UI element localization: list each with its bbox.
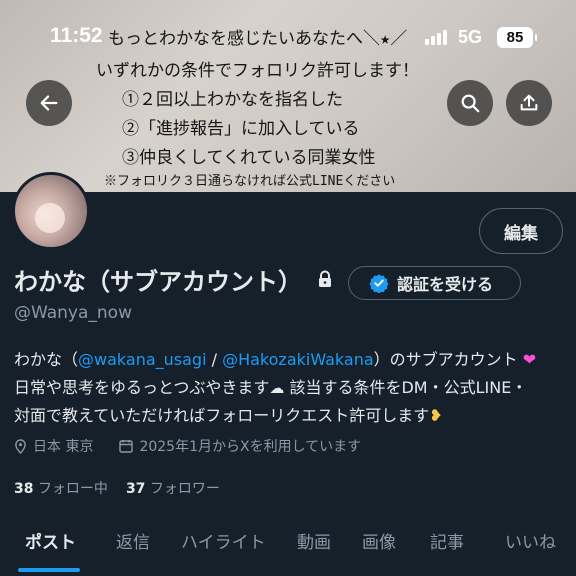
- battery-icon: 85: [497, 27, 537, 48]
- banner-line-1: もっとわかなを感じたいあなたへ＼★／: [108, 29, 408, 49]
- verify-label: 認証を受ける: [397, 275, 494, 294]
- bio-text: 該当する条件をDM・公式LINE・: [284, 378, 528, 397]
- share-button[interactable]: [506, 80, 552, 126]
- avatar-photo: [35, 203, 65, 233]
- banner-line-2: いずれかの条件でフォロリク許可します！: [96, 61, 419, 81]
- profile-bio: わかな（@wakana_usagi / @HakozakiWakana）のサブア…: [14, 346, 570, 430]
- bio-line-2: 日常や思考をゆるっとつぶやきます☁ 該当する条件をDM・公式LINE・: [14, 374, 570, 402]
- heart-hands-icon: ❥: [429, 406, 443, 425]
- network-label: 5G: [458, 27, 483, 47]
- share-icon: [520, 94, 538, 111]
- banner-line-4: ②「進捗報告」に加入している: [122, 119, 360, 139]
- bio-text: わかな（: [14, 350, 79, 369]
- verified-badge-icon: [369, 274, 389, 293]
- bio-text: 対面で教えていただければフォローリクエスト許可します: [14, 406, 430, 425]
- profile-tabs: ポスト 返信 ハイライト 動画 画像 記事 いいね: [0, 520, 576, 576]
- following-label: フォロー中: [37, 481, 108, 497]
- profile-meta: 日本 東京 2025年1月からXを利用しています: [14, 436, 361, 456]
- followers-label: フォロワー: [149, 481, 220, 497]
- profile-name: わかな（サブアカウント）: [14, 268, 302, 296]
- signal-icon: [425, 30, 447, 45]
- status-time: 11:52: [50, 24, 103, 47]
- following-count: 38: [14, 481, 34, 497]
- bio-line-1: わかな（@wakana_usagi / @HakozakiWakana）のサブア…: [14, 346, 570, 374]
- lock-icon: [319, 270, 331, 287]
- tab-articles[interactable]: 記事: [430, 528, 464, 553]
- tab-likes[interactable]: いいね: [505, 528, 556, 553]
- avatar[interactable]: [12, 172, 90, 250]
- mention-link[interactable]: @wakana_usagi: [78, 350, 207, 369]
- calendar-icon: [119, 440, 134, 453]
- profile-handle: @Wanya_now: [14, 303, 132, 323]
- follow-stats: 38 フォロー中 37 フォロワー: [14, 478, 220, 498]
- search-button[interactable]: [447, 80, 493, 126]
- bio-line-3: 対面で教えていただければフォローリクエスト許可します❥: [14, 402, 570, 430]
- mention-link[interactable]: @HakozakiWakana: [222, 350, 374, 369]
- back-button[interactable]: [26, 80, 72, 126]
- bio-text: 日常や思考をゆるっとつぶやきます: [14, 378, 270, 397]
- battery-level: 85: [506, 29, 524, 46]
- tab-replies[interactable]: 返信: [116, 528, 150, 553]
- bio-text: /: [206, 350, 223, 369]
- banner-line-3: ①２回以上わかなを指名した: [122, 90, 343, 110]
- get-verified-button[interactable]: 認証を受ける: [348, 266, 521, 300]
- joined-date: 2025年1月からXを利用しています: [139, 439, 362, 455]
- active-tab-indicator: [18, 568, 80, 572]
- pink-heart-icon: ❤: [522, 350, 537, 369]
- arrow-left-icon: [40, 95, 58, 111]
- tab-images[interactable]: 画像: [362, 528, 396, 553]
- edit-profile-button[interactable]: 編集: [479, 208, 563, 254]
- location-text: 日本 東京: [33, 439, 94, 455]
- tab-highlights[interactable]: ハイライト: [181, 528, 266, 553]
- followers-count: 37: [125, 481, 146, 497]
- following-link[interactable]: 38 フォロー中: [14, 478, 108, 498]
- tab-posts[interactable]: ポスト: [25, 528, 76, 553]
- search-icon: [461, 94, 480, 113]
- followers-link[interactable]: 37 フォロワー: [126, 478, 220, 498]
- banner-line-5: ③仲良くしてくれている同業女性: [122, 148, 376, 168]
- tab-videos[interactable]: 動画: [297, 528, 331, 553]
- banner-line-6: ※フォロリク３日通らなければ公式LINEください: [104, 174, 396, 189]
- location-icon: [15, 438, 26, 454]
- thought-bubble-icon: ☁: [269, 379, 285, 397]
- bio-text: ）のサブアカウント: [373, 350, 518, 369]
